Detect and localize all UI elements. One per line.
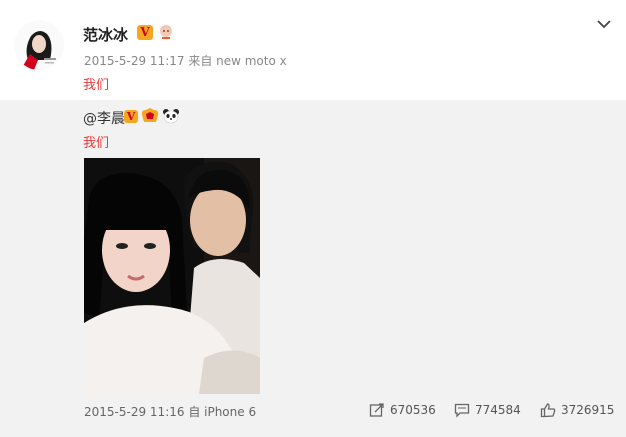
- chevron-down-icon[interactable]: [596, 16, 612, 30]
- post-meta: 2015-5-29 11:17 来自 new moto x: [84, 54, 287, 68]
- original-post-meta: 2015-5-29 11:16 自 iPhone 6: [84, 405, 257, 419]
- member-badge-icon: [158, 23, 174, 40]
- gold-badge-icon: [140, 107, 160, 124]
- repost-stat[interactable]: 670536: [369, 402, 439, 418]
- like-icon: [540, 403, 556, 418]
- repost-count: 670536: [390, 403, 436, 417]
- panda-icon: [162, 108, 180, 124]
- mention-link[interactable]: @李晨: [83, 108, 125, 128]
- repost-text: 我们: [83, 136, 110, 151]
- comment-count: 774584: [475, 403, 521, 417]
- post-header: 范冰冰 V 2015-5-29 11:17 来自 new moto x 我们: [0, 0, 626, 100]
- post-text: 我们: [83, 78, 110, 93]
- like-count: 3726915: [561, 403, 615, 417]
- photo-thumbnail[interactable]: [84, 158, 260, 394]
- repost-icon: [369, 403, 384, 417]
- verified-badge: V: [137, 25, 153, 40]
- like-stat[interactable]: 3726915: [540, 402, 620, 418]
- comment-icon: [454, 403, 470, 418]
- verified-badge: V: [124, 110, 138, 123]
- author-name[interactable]: 范冰冰: [83, 24, 128, 45]
- comment-stat[interactable]: 774584: [454, 402, 529, 418]
- avatar[interactable]: [14, 20, 64, 70]
